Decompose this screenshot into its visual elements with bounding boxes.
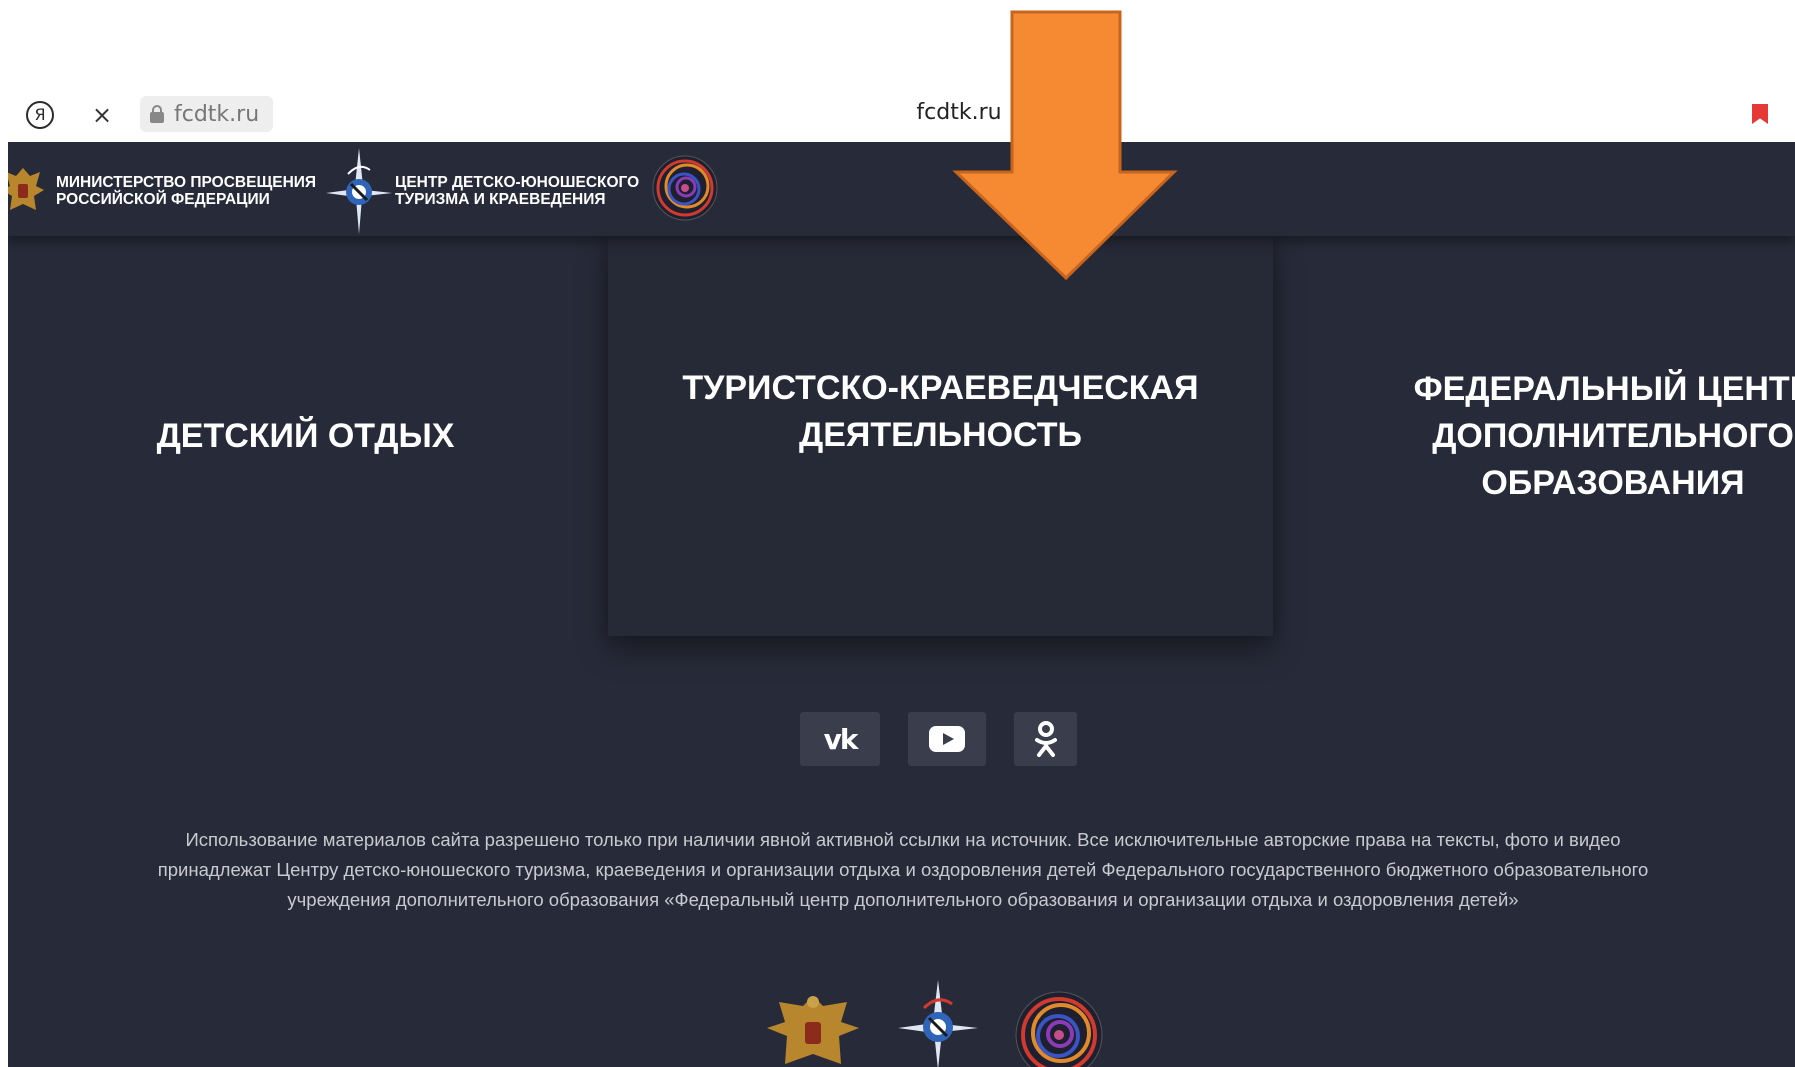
swirl-logo-icon[interactable] (1014, 990, 1104, 1067)
center-title[interactable]: ЦЕНТР ДЕТСКО-ЮНОШЕСКОГО ТУРИЗМА И КРАЕВЕ… (395, 174, 639, 208)
bookmark-icon[interactable] (1752, 104, 1768, 124)
address-bar-url: fcdtk.ru (174, 101, 260, 127)
copyright-notice: Использование материалов сайта разрешено… (157, 829, 1649, 910)
youtube-icon (929, 726, 965, 752)
close-icon[interactable]: × (90, 100, 114, 130)
address-bar[interactable]: fcdtk.ru (140, 96, 274, 132)
lock-icon (150, 105, 164, 123)
card-tourism-local-history[interactable]: ТУРИСТСКО-КРАЕВЕДЧЕСКАЯ ДЕЯТЕЛЬНОСТЬ (608, 236, 1273, 636)
site-page: МИНИСТЕРСТВО ПРОСВЕЩЕНИЯ РОССИЙСКОЙ ФЕДЕ… (8, 142, 1795, 1067)
card-label: ФЕДЕРАЛЬНЫЙ ЦЕНТР ДОПОЛНИТЕЛЬНОГО ОБРАЗО… (1413, 369, 1795, 502)
compass-logo-icon[interactable] (898, 980, 978, 1067)
yandex-browser-icon[interactable]: Я (26, 101, 54, 129)
swirl-logo-icon[interactable] (651, 154, 719, 222)
compass-logo-icon[interactable] (326, 148, 392, 234)
card-label: ТУРИСТСКО-КРАЕВЕДЧЕСКАЯ ДЕЯТЕЛЬНОСТЬ (682, 369, 1199, 454)
card-federal-center[interactable]: ФЕДЕРАЛЬНЫЙ ЦЕНТР ДОПОЛНИТЕЛЬНОГО ОБРАЗО… (1268, 236, 1795, 636)
youtube-button[interactable] (908, 712, 986, 766)
odnoklassniki-button[interactable] (1014, 712, 1077, 766)
ministry-title[interactable]: МИНИСТЕРСТВО ПРОСВЕЩЕНИЯ РОССИЙСКОЙ ФЕДЕ… (56, 174, 316, 208)
eagle-emblem-icon[interactable] (8, 164, 46, 220)
card-childrens-rest[interactable]: ДЕТСКИЙ ОТДЫХ (8, 236, 603, 636)
card-label: ДЕТСКИЙ ОТДЫХ (156, 416, 455, 455)
browser-toolbar: Я × fcdtk.ru fcdtk.ru (0, 0, 1795, 142)
annotation-arrow-icon (952, 10, 1178, 281)
odnoklassniki-icon (1034, 721, 1057, 757)
eagle-emblem-icon[interactable] (763, 992, 863, 1067)
site-header: МИНИСТЕРСТВО ПРОСВЕЩЕНИЯ РОССИЙСКОЙ ФЕДЕ… (8, 142, 1795, 236)
vk-icon: vk (823, 722, 859, 756)
vk-button[interactable]: vk (800, 712, 880, 766)
